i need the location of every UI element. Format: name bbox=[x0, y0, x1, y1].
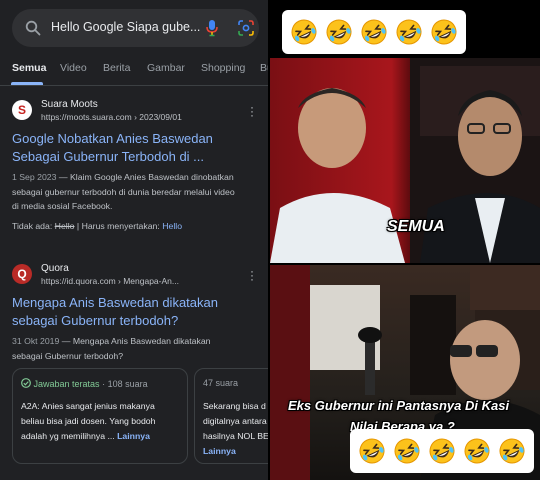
answer-text: A2A: Anies sangat jenius makanya beliau … bbox=[21, 401, 156, 441]
rolling-laughing-emoji-icon bbox=[359, 438, 385, 464]
result-snippet: 1 Sep 2023 — Klaim Google Anies Baswedan… bbox=[12, 172, 235, 211]
rolling-laughing-emoji-icon bbox=[361, 19, 387, 45]
result-title[interactable]: Mengapa Anis Baswedan dikatakan sebagai … bbox=[12, 294, 218, 330]
rolling-laughing-emoji-icon bbox=[326, 19, 352, 45]
rolling-laughing-emoji-icon bbox=[464, 438, 490, 464]
tab-semua[interactable]: Semua bbox=[12, 62, 46, 74]
tab-shopping[interactable]: Shopping bbox=[201, 62, 245, 74]
answer-card[interactable]: 47 suara Sekarang bisa d digitalnya anta… bbox=[194, 368, 268, 464]
laughing-emoji-row bbox=[282, 10, 466, 54]
caption-line-1: Eks Gubernur ini Pantasnya Di Kasi bbox=[288, 398, 510, 413]
check-circle-icon bbox=[21, 378, 31, 388]
site-name: Suara Moots bbox=[41, 99, 98, 110]
site-url[interactable]: https://id.quora.com › Mengapa-An... bbox=[41, 276, 179, 286]
quora-logo-icon: Q bbox=[12, 264, 32, 284]
tab-gambar[interactable]: Gambar bbox=[147, 62, 185, 74]
rolling-laughing-emoji-icon bbox=[429, 438, 455, 464]
result-snippet: 31 Okt 2019 — Mengapa Anis Baswedan dika… bbox=[12, 336, 211, 361]
search-tabs: Semua Video Berita Gambar Shopping Bu bbox=[0, 55, 268, 86]
laughing-emoji-row bbox=[350, 429, 534, 473]
more-link[interactable]: Lainnya bbox=[117, 431, 150, 441]
more-link[interactable]: Lainnya bbox=[203, 444, 268, 459]
search-icon[interactable] bbox=[25, 20, 41, 36]
active-tab-indicator bbox=[11, 82, 43, 85]
more-vert-icon[interactable]: · · · bbox=[250, 101, 254, 121]
result-title[interactable]: Google Nobatkan Anies Baswedan Sebagai G… bbox=[12, 130, 213, 166]
rolling-laughing-emoji-icon bbox=[499, 438, 525, 464]
missing-terms: Tidak ada: Hello | Harus menyertakan: He… bbox=[12, 221, 183, 231]
answer-text: Sekarang bisa d digitalnya antara hasiln… bbox=[203, 399, 268, 459]
site-logo-icon: S bbox=[12, 100, 32, 120]
rolling-laughing-emoji-icon bbox=[291, 19, 317, 45]
top-answer-badge: Jawaban teratas bbox=[33, 379, 100, 389]
site-url[interactable]: https://moots.suara.com › 2023/09/01 bbox=[41, 112, 182, 122]
tab-berita[interactable]: Berita bbox=[103, 62, 130, 74]
search-bar[interactable]: Hello Google Siapa gube... bbox=[12, 9, 259, 47]
more-vert-icon[interactable]: · · · bbox=[250, 265, 254, 285]
vote-count: 47 suara bbox=[203, 378, 239, 388]
answer-card[interactable]: Jawaban teratas · 108 suara A2A: Anies s… bbox=[12, 368, 188, 464]
video-collage-panel: SEMUA Eks Gubernur ini Pantasnya Di Kasi… bbox=[270, 0, 540, 480]
lens-icon[interactable] bbox=[238, 20, 254, 36]
tab-video[interactable]: Video bbox=[60, 62, 87, 74]
tab-more[interactable]: Bu bbox=[260, 62, 268, 74]
debate-video-frame: SEMUA bbox=[270, 58, 540, 263]
scene-label: SEMUA bbox=[387, 218, 445, 235]
search-screenshot-panel: Hello Google Siapa gube... Semua Video B… bbox=[0, 0, 268, 480]
rolling-laughing-emoji-icon bbox=[431, 19, 457, 45]
mic-icon[interactable] bbox=[205, 19, 219, 37]
rolling-laughing-emoji-icon bbox=[396, 19, 422, 45]
vote-count: · 108 suara bbox=[102, 379, 148, 389]
search-input[interactable]: Hello Google Siapa gube... bbox=[51, 20, 200, 34]
rolling-laughing-emoji-icon bbox=[394, 438, 420, 464]
site-name: Quora bbox=[41, 263, 69, 274]
